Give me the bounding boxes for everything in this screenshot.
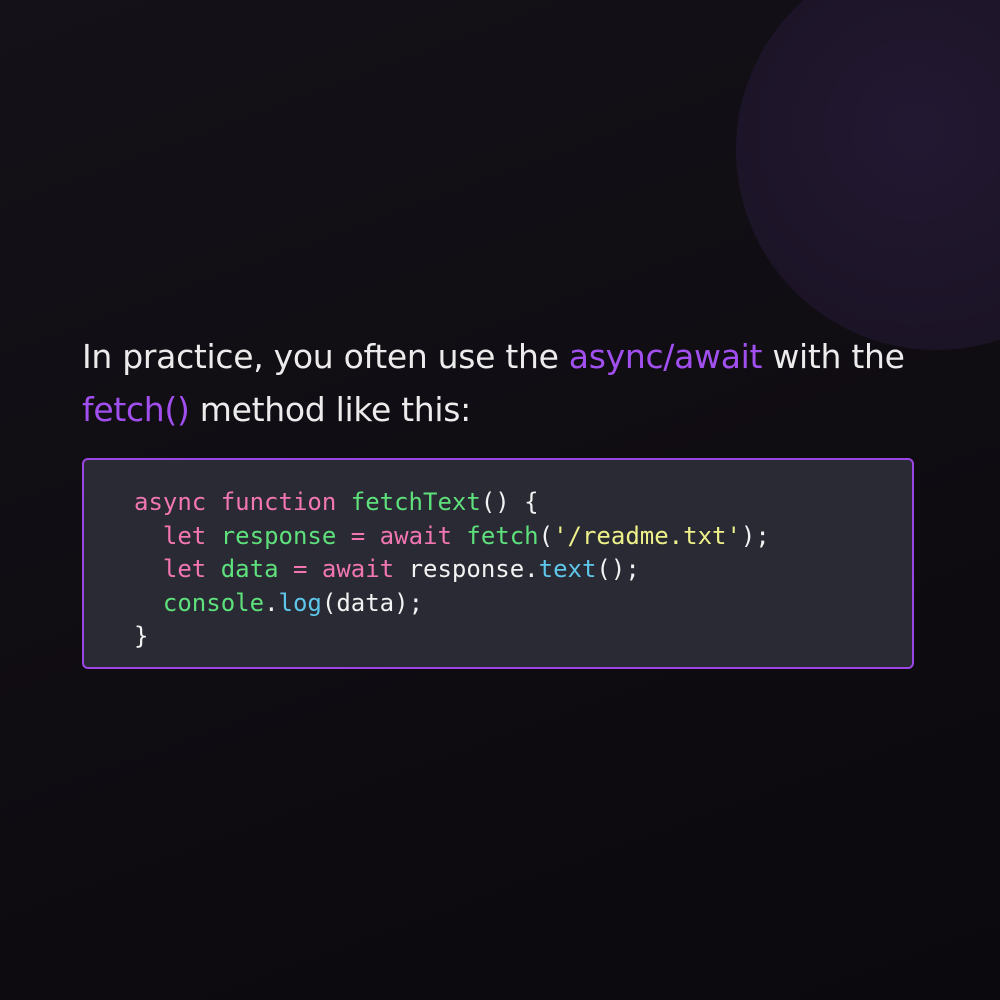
code-content: async function fetchText() { let respons… (134, 486, 770, 654)
function-name-token: fetchText (350, 488, 481, 516)
object-token: response (408, 555, 525, 583)
string-token: '/readme.txt' (553, 521, 741, 550)
code-line-2: let response = await fetch('/readme.txt'… (134, 520, 770, 554)
code-line-4: console.log(data); (134, 587, 770, 621)
punctuation-token: . (524, 555, 539, 583)
method-token: log (278, 588, 322, 617)
keyword-token: function (220, 488, 337, 516)
keyword-token: async (134, 488, 207, 516)
keyword-token: await (379, 521, 452, 550)
operator-token: = (350, 521, 366, 550)
punctuation-token: () { (480, 488, 539, 516)
object-token: console (162, 588, 265, 617)
punctuation-token: ( (538, 521, 554, 550)
punctuation-token: (); (596, 555, 640, 583)
code-line-3: let data = await response.text(); (134, 553, 770, 587)
code-line-1: async function fetchText() { (134, 486, 770, 520)
intro-text-part: In practice, you often use the (82, 337, 569, 376)
intro-text: In practice, you often use the async/awa… (82, 330, 932, 436)
punctuation-token: . (264, 588, 279, 617)
fetch-highlight: fetch() (82, 390, 190, 429)
closing-brace-token: } (134, 622, 149, 650)
slide-canvas: In practice, you often use the async/awa… (0, 0, 1000, 1000)
code-line-5: } (134, 620, 770, 654)
keyword-token: await (321, 555, 395, 583)
intro-text-part: method like this: (189, 390, 472, 429)
variable-token: data (220, 555, 279, 583)
decorative-circle (736, 0, 1000, 350)
punctuation-token: ); (740, 521, 770, 550)
punctuation-token: (data); (321, 588, 424, 617)
variable-token: response (220, 521, 337, 550)
intro-text-part: with the (762, 337, 905, 376)
method-token: text (538, 555, 597, 583)
function-call-token: fetch (466, 521, 539, 550)
operator-token: = (292, 555, 308, 583)
code-block: async function fetchText() { let respons… (82, 458, 914, 669)
keyword-token: let (162, 521, 207, 550)
async-await-highlight: async/await (568, 337, 763, 376)
keyword-token: let (162, 555, 207, 583)
